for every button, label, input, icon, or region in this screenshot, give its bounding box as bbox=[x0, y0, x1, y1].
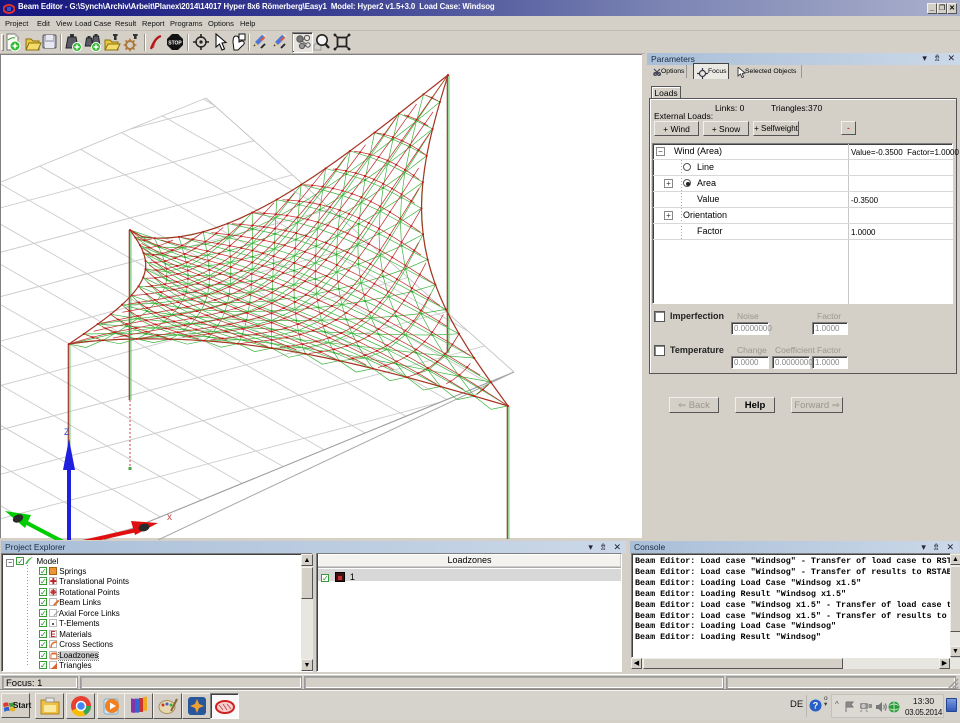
svg-text:STOP: STOP bbox=[168, 41, 182, 47]
svg-text:x: x bbox=[167, 512, 172, 523]
svg-text:Z: Z bbox=[64, 427, 70, 437]
svg-text:?: ? bbox=[813, 701, 819, 711]
